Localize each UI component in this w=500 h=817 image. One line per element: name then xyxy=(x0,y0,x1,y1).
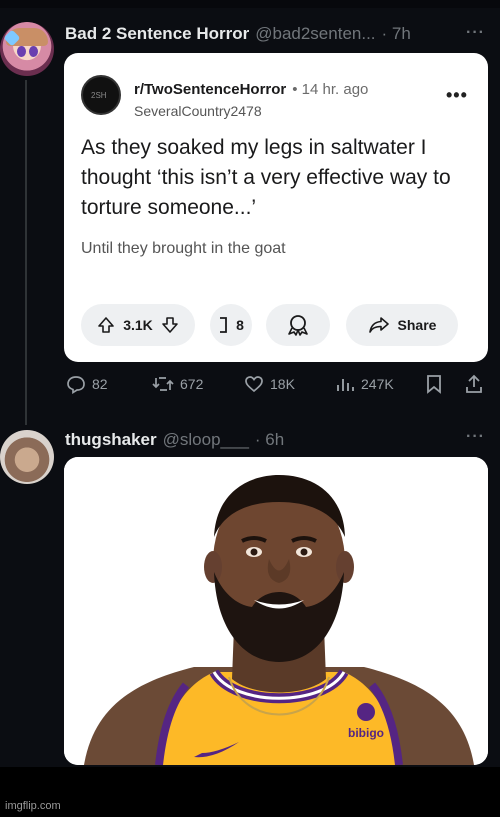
like-button[interactable]: 18K xyxy=(244,374,295,394)
like-count: 18K xyxy=(270,376,295,392)
author-handle[interactable]: @sloop___ xyxy=(163,430,249,450)
avatar[interactable] xyxy=(0,22,54,76)
share-icon xyxy=(368,317,389,333)
tweet-photo[interactable]: bibigo xyxy=(64,457,488,765)
post-age: • 14 hr. ago xyxy=(292,81,369,98)
award-icon xyxy=(288,315,308,336)
share-tweet-button[interactable] xyxy=(464,374,484,394)
upvote-count: 3.1K xyxy=(123,317,153,333)
reply-icon xyxy=(67,376,85,394)
repost-button[interactable]: 672 xyxy=(152,374,203,394)
subreddit-avatar-text: 2SH xyxy=(91,91,107,100)
tweet-header: thugshaker @sloop___ · 6h xyxy=(65,430,284,450)
views-icon xyxy=(337,379,354,391)
author-name[interactable]: thugshaker xyxy=(65,430,157,450)
views-button[interactable]: 247K xyxy=(335,374,394,394)
post-body: Until they brought in the goat xyxy=(81,240,286,257)
views-count: 247K xyxy=(361,376,394,392)
tweet-header: Bad 2 Sentence Horror @bad2senten... · 7… xyxy=(65,24,411,44)
more-options-button[interactable]: ··· xyxy=(466,24,485,42)
watermark: imgflip.com xyxy=(5,800,61,812)
subreddit-line: r/TwoSentenceHorror • 14 hr. ago xyxy=(134,81,368,98)
bookmark-icon xyxy=(427,375,441,394)
comment-icon xyxy=(220,317,227,333)
jersey-logo-text: bibigo xyxy=(348,726,384,740)
post-username: SeveralCountry2478 xyxy=(134,103,262,119)
footer-bar xyxy=(0,767,500,817)
tweet-time[interactable]: · 6h xyxy=(255,430,284,450)
repost-count: 672 xyxy=(180,376,204,392)
share-tweet-icon xyxy=(466,374,482,393)
author-name[interactable]: Bad 2 Sentence Horror xyxy=(65,24,249,44)
reddit-post-image[interactable]: 2SH r/TwoSentenceHorror • 14 hr. ago Seve… xyxy=(64,53,488,362)
like-icon xyxy=(245,376,263,393)
thread-line xyxy=(25,80,27,425)
author-handle[interactable]: @bad2senten... xyxy=(255,24,375,44)
reply-count: 82 xyxy=(92,376,108,392)
portrait-photo: bibigo xyxy=(64,457,488,765)
repost-icon xyxy=(152,377,174,391)
share-pill: Share xyxy=(346,304,458,346)
top-edge xyxy=(0,0,500,8)
comments-pill: 8 xyxy=(210,304,252,346)
comment-count: 8 xyxy=(236,317,244,333)
tweet-actions: 82 672 18K 247K xyxy=(64,374,488,398)
upvote-icon xyxy=(98,317,115,333)
avatar[interactable] xyxy=(0,430,54,484)
timeline: Bad 2 Sentence Horror @bad2senten... · 7… xyxy=(0,0,500,767)
subreddit-avatar: 2SH xyxy=(81,75,121,115)
subreddit-name: r/TwoSentenceHorror xyxy=(134,81,287,98)
reply-button[interactable]: 82 xyxy=(66,374,108,394)
share-label: Share xyxy=(397,317,437,333)
bookmark-button[interactable] xyxy=(425,374,443,394)
downvote-icon xyxy=(161,317,178,333)
post-more-icon: ••• xyxy=(446,85,468,105)
tweet-time[interactable]: · 7h xyxy=(382,24,411,44)
vote-pill: 3.1K xyxy=(81,304,195,346)
award-pill xyxy=(266,304,330,346)
more-options-button[interactable]: ··· xyxy=(466,428,485,446)
post-title: As they soaked my legs in saltwater I th… xyxy=(81,136,451,219)
